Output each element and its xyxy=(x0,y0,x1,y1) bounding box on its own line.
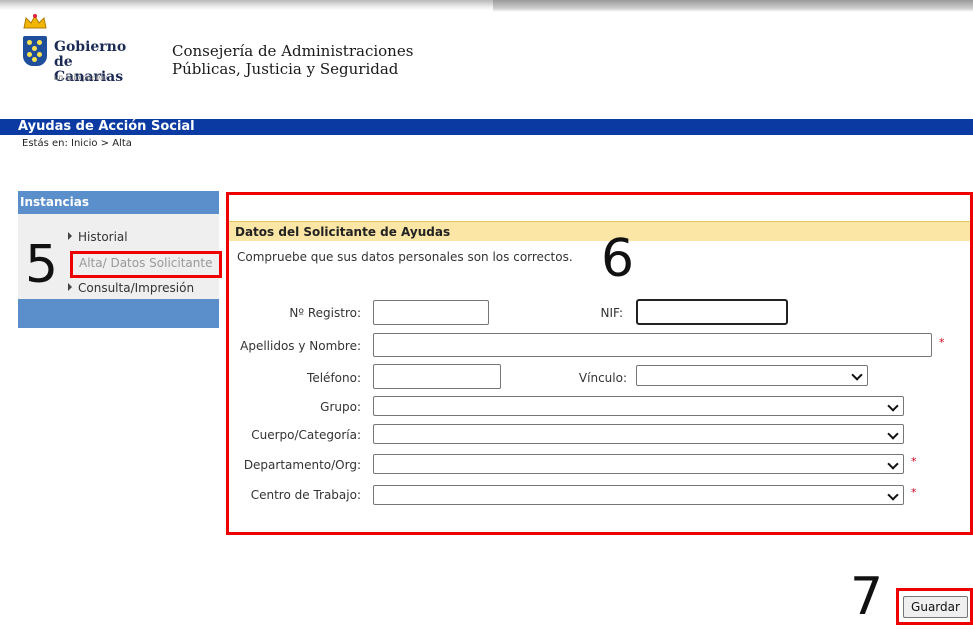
breadcrumb: Estás en: Inicio > Alta xyxy=(22,138,132,149)
highlight-box-step7 xyxy=(896,588,973,625)
caret-right-icon xyxy=(68,232,72,240)
step-number-5: 5 xyxy=(25,235,59,295)
department-title: Consejería de Administraciones Públicas,… xyxy=(172,42,414,78)
caret-right-icon xyxy=(68,283,72,291)
shield-icon xyxy=(23,36,47,66)
window-top-edge xyxy=(0,0,973,12)
highlight-box-step5 xyxy=(70,251,222,278)
step-number-6: 6 xyxy=(601,229,635,289)
logo-tagline: un solo pueblo xyxy=(54,72,107,82)
gobierno-canarias-logo: Gobierno de Canarias un solo pueblo xyxy=(20,14,140,94)
sidebar-item-consulta[interactable]: Consulta/Impresión xyxy=(68,281,194,295)
crown-icon xyxy=(23,14,47,29)
sidebar-title: Instancias xyxy=(18,191,219,214)
sidebar-item-historial[interactable]: Historial xyxy=(68,230,128,244)
step-number-7: 7 xyxy=(850,567,884,627)
sidebar-footer xyxy=(18,299,219,328)
highlight-box-step6 xyxy=(226,192,973,535)
app-title-bar: Ayudas de Acción Social xyxy=(0,119,973,135)
